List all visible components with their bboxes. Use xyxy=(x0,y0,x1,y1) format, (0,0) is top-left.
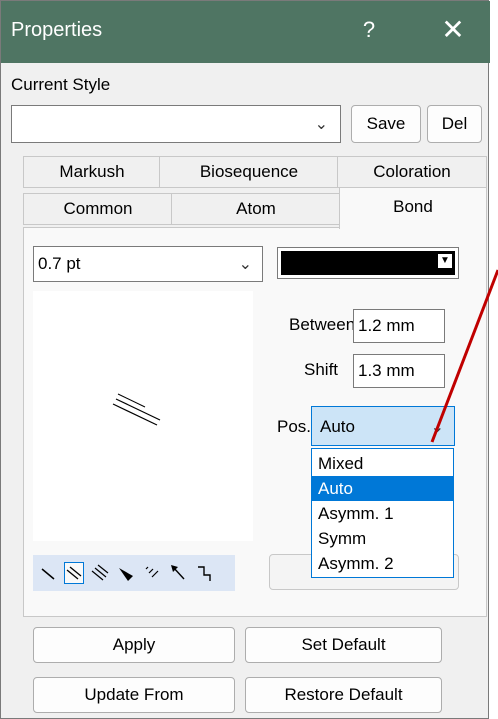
bond-color-picker[interactable]: ▼ xyxy=(277,247,459,279)
update-from-button[interactable]: Update From xyxy=(33,677,235,713)
tab-bond[interactable]: Bond xyxy=(339,187,487,229)
delete-style-button[interactable]: Del xyxy=(427,105,482,143)
set-default-button[interactable]: Set Default xyxy=(245,627,442,663)
tab-markush[interactable]: Markush xyxy=(23,156,161,188)
dropdown-arrow-icon: ▼ xyxy=(438,254,452,268)
single-bond-icon[interactable] xyxy=(39,563,57,583)
position-option-asymm-1[interactable]: Asymm. 1 xyxy=(312,501,453,526)
wavy-bond-icon[interactable] xyxy=(195,563,213,583)
dialog-title: Properties xyxy=(11,19,103,41)
position-value: Auto xyxy=(320,417,355,436)
chevron-down-icon: ⌄ xyxy=(314,116,328,133)
save-style-button[interactable]: Save xyxy=(351,105,421,143)
close-button[interactable]: ✕ xyxy=(433,13,473,47)
between-label: Between xyxy=(289,315,356,334)
shift-label: Shift xyxy=(304,360,339,379)
restore-default-button[interactable]: Restore Default xyxy=(245,677,442,713)
bond-style-toolbar xyxy=(33,555,235,591)
position-label: Pos. xyxy=(277,417,312,436)
tab-coloration[interactable]: Coloration xyxy=(337,156,487,188)
shift-input[interactable]: 1.3 mm xyxy=(353,354,445,388)
properties-dialog: Properties ? ✕ Current Style ⌄ Save Del … xyxy=(0,0,490,719)
wedge-bond-icon[interactable] xyxy=(117,563,135,583)
double-bond-preview-icon xyxy=(112,393,161,426)
position-option-symm[interactable]: Symm xyxy=(312,526,453,551)
hashed-wedge-bond-icon[interactable] xyxy=(143,563,161,583)
triple-bond-icon[interactable] xyxy=(91,563,109,583)
line-width-value: 0.7 pt xyxy=(38,254,81,273)
tab-common[interactable]: Common xyxy=(23,193,173,225)
bond-preview xyxy=(33,291,253,541)
title-bar[interactable]: Properties ? ✕ xyxy=(1,1,490,63)
position-option-mixed[interactable]: Mixed xyxy=(312,451,453,476)
position-dropdown-list: Mixed Auto Asymm. 1 Symm Asymm. 2 xyxy=(311,448,454,578)
color-swatch xyxy=(281,251,455,275)
arrow-bond-icon[interactable] xyxy=(169,563,187,583)
position-option-auto[interactable]: Auto xyxy=(312,476,453,501)
help-button[interactable]: ? xyxy=(354,15,384,45)
current-style-label: Current Style xyxy=(11,75,111,94)
tab-atom[interactable]: Atom xyxy=(171,193,341,225)
position-select[interactable]: Auto ⌄ xyxy=(311,406,455,446)
chevron-down-icon: ⌄ xyxy=(238,256,252,273)
apply-button[interactable]: Apply xyxy=(33,627,235,663)
between-input[interactable]: 1.2 mm xyxy=(353,309,445,343)
chevron-down-icon: ⌄ xyxy=(430,419,444,436)
position-option-asymm-2[interactable]: Asymm. 2 xyxy=(312,551,453,576)
tab-biosequence[interactable]: Biosequence xyxy=(159,156,339,188)
line-width-select[interactable]: 0.7 pt ⌄ xyxy=(33,246,263,282)
current-style-select[interactable]: ⌄ xyxy=(11,105,341,143)
double-bond-icon[interactable] xyxy=(64,562,84,584)
